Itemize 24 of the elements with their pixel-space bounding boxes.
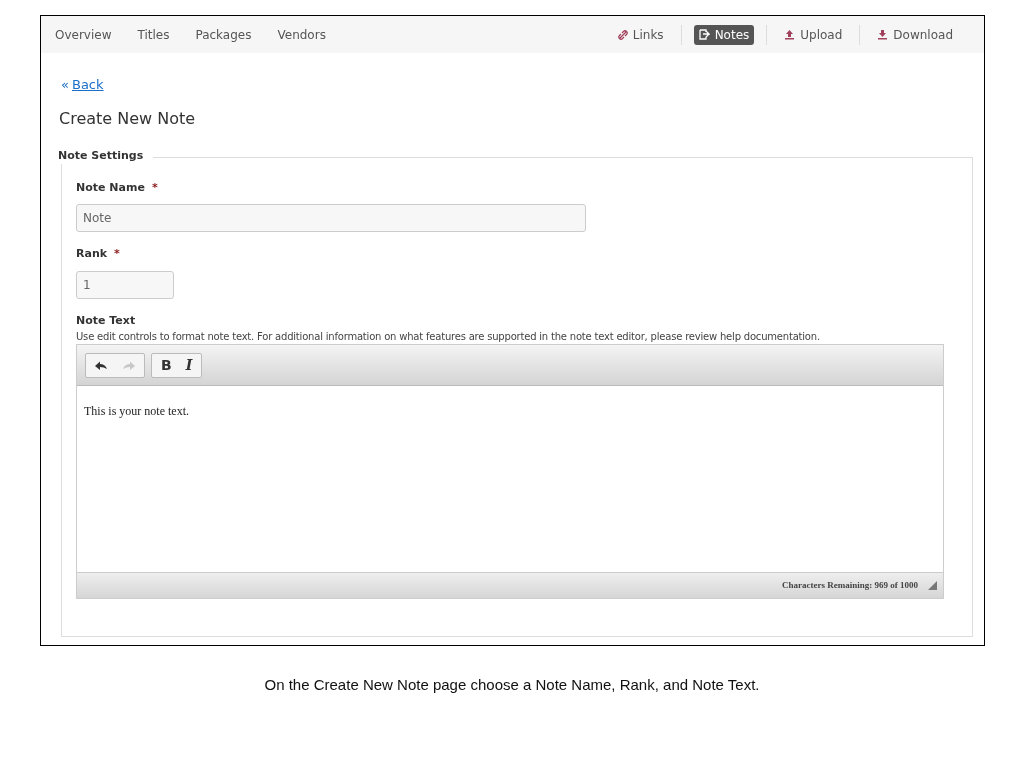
italic-button[interactable]: I (180, 354, 198, 376)
caption: On the Create New Note page choose a Note Name, Rank, and Note Text. (263, 675, 761, 695)
back-link[interactable]: Back (71, 75, 104, 95)
nav-tab[interactable]: Packages (195, 25, 252, 44)
field-label: Note Name (76, 179, 145, 196)
nav-action[interactable]: Download (872, 24, 958, 45)
nav-action[interactable]: Notes (693, 24, 755, 45)
page-title: Create New Note (58, 107, 197, 130)
nav-tab[interactable]: Vendors (277, 25, 326, 44)
field-label: Rank (76, 246, 108, 262)
required-mark: * (114, 246, 120, 262)
help-text: Use edit controls to format note text. For additional information on what features are supported in the note text editor, please review help documentation. (76, 330, 821, 344)
back-arrow-icon: « (61, 75, 69, 95)
text-field[interactable]: Note (76, 204, 586, 232)
character-counter: Characters Remaining: 969 of 1000 (782, 578, 918, 592)
bold-button[interactable]: B (156, 354, 177, 376)
note-text[interactable]: This is your note text. (84, 402, 936, 420)
required-mark: * (151, 179, 158, 196)
nav-tab[interactable]: Overview (55, 25, 112, 44)
field-label: Note Text (76, 312, 137, 329)
nav-action[interactable]: Upload (779, 24, 848, 45)
text-field[interactable]: 1 (76, 270, 174, 299)
nav-action[interactable]: Links (612, 24, 669, 45)
nav-tab[interactable]: Titles (137, 25, 170, 44)
